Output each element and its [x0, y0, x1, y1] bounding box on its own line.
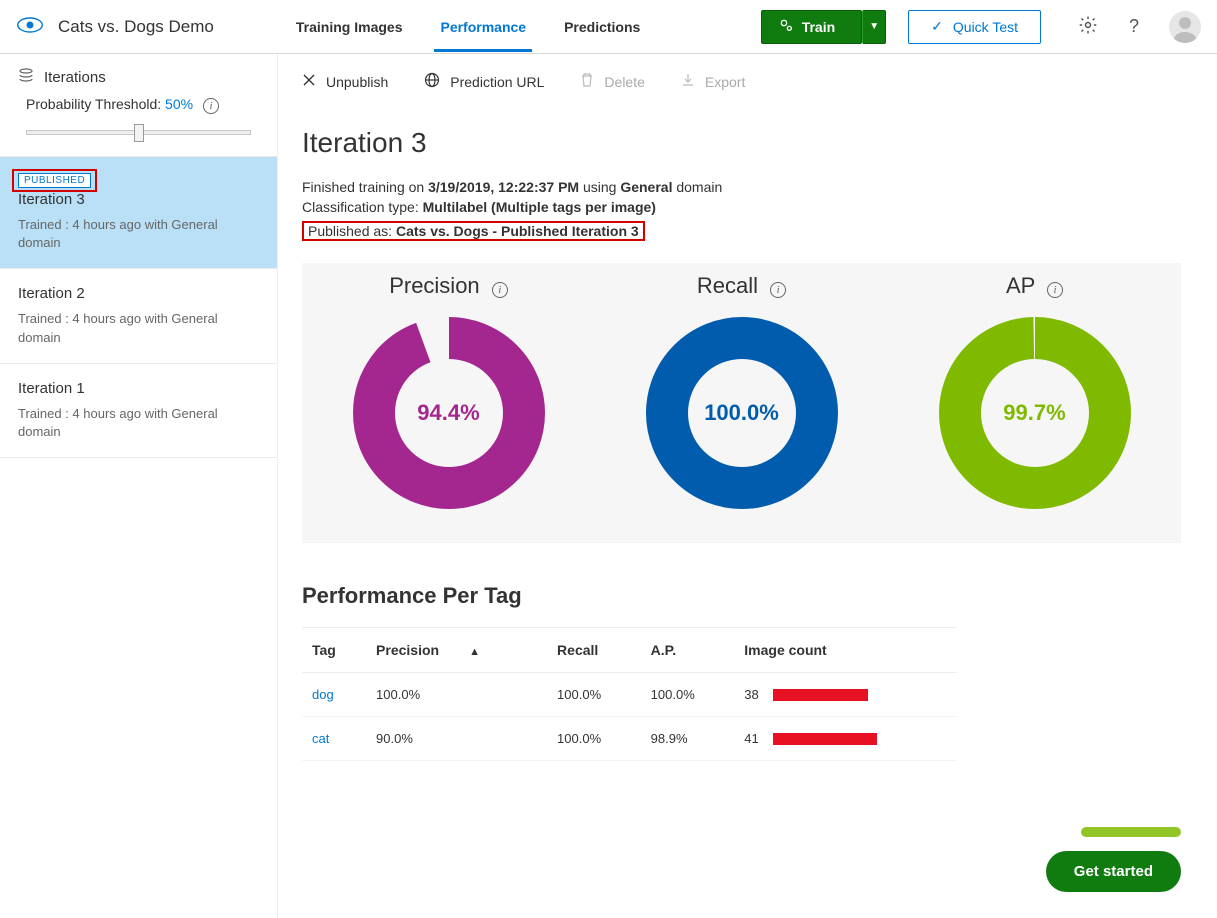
export-button: Export: [681, 72, 745, 91]
iteration-name: Iteration 2: [18, 285, 259, 302]
stack-icon: [18, 68, 34, 86]
cell-recall: 100.0%: [547, 717, 641, 761]
tab-performance[interactable]: Performance: [422, 3, 544, 51]
published-as-line: Published as: Cats vs. Dogs - Published …: [302, 221, 645, 241]
get-started-button[interactable]: Get started: [1046, 851, 1181, 892]
tag-link[interactable]: dog: [312, 687, 334, 702]
train-button[interactable]: Train: [761, 10, 862, 44]
tag-link[interactable]: cat: [312, 731, 329, 746]
delete-label: Delete: [604, 74, 644, 90]
question-icon: ?: [1129, 16, 1139, 37]
metrics-panel: Precision i 94.4% Recall i 100.0%: [302, 263, 1181, 543]
threshold-slider[interactable]: [26, 122, 251, 142]
iteration-subtitle: Trained : 4 hours ago with General domai…: [18, 216, 259, 252]
tab-training-images[interactable]: Training Images: [278, 3, 421, 51]
metric-ap: AP i 99.7%: [888, 273, 1181, 513]
sidebar: Iterations Probability Threshold: 50% i …: [0, 54, 278, 918]
cell-ap: 98.9%: [641, 717, 735, 761]
iteration-item-2[interactable]: Iteration 2 Trained : 4 hours ago with G…: [0, 269, 277, 363]
unpublish-button[interactable]: Unpublish: [302, 73, 388, 90]
metric-label: AP: [1006, 273, 1035, 298]
prediction-url-button[interactable]: Prediction URL: [424, 72, 544, 91]
gears-icon: [778, 17, 794, 36]
threshold-value: 50%: [165, 96, 193, 112]
iteration-toolbar: Unpublish Prediction URL Delete Export: [302, 54, 1217, 105]
table-row: cat 90.0% 100.0% 98.9% 41: [302, 717, 957, 761]
metric-recall: Recall i 100.0%: [595, 273, 888, 513]
col-precision[interactable]: Precision▲: [366, 628, 547, 673]
cell-ap: 100.0%: [641, 673, 735, 717]
cell-recall: 100.0%: [547, 673, 641, 717]
metric-label: Precision: [389, 273, 479, 298]
iteration-subtitle: Trained : 4 hours ago with General domai…: [18, 310, 259, 346]
count-bar: [773, 733, 877, 745]
help-button[interactable]: ?: [1123, 16, 1145, 38]
col-recall[interactable]: Recall: [547, 628, 641, 673]
info-icon[interactable]: i: [1047, 282, 1063, 298]
download-icon: [681, 72, 695, 91]
check-icon: ✓: [931, 18, 943, 35]
floating-cta: Get started: [1046, 827, 1181, 892]
trash-icon: [580, 72, 594, 91]
ap-value: 99.7%: [935, 313, 1135, 513]
cell-count: 41: [744, 731, 758, 746]
progress-pill: [1081, 827, 1181, 837]
train-dropdown-button[interactable]: ▼: [862, 10, 886, 44]
performance-per-tag-title: Performance Per Tag: [302, 583, 1217, 609]
iteration-name: Iteration 1: [18, 380, 259, 397]
iterations-header: Iterations: [0, 54, 277, 96]
iteration-item-3[interactable]: PUBLISHED Iteration 3 Trained : 4 hours …: [0, 156, 277, 269]
settings-button[interactable]: [1077, 16, 1099, 38]
performance-per-tag-table: Tag Precision▲ Recall A.P. Image count d…: [302, 627, 957, 761]
metric-label: Recall: [697, 273, 758, 298]
close-icon: [302, 73, 316, 90]
info-icon[interactable]: i: [203, 98, 219, 114]
train-button-group: Train ▼: [761, 10, 886, 44]
prediction-url-label: Prediction URL: [450, 74, 544, 90]
caret-down-icon: ▼: [869, 21, 879, 32]
table-row: dog 100.0% 100.0% 100.0% 38: [302, 673, 957, 717]
col-ap[interactable]: A.P.: [641, 628, 735, 673]
iteration-subtitle: Trained : 4 hours ago with General domai…: [18, 405, 259, 441]
col-image-count[interactable]: Image count: [734, 628, 957, 673]
precision-value: 94.4%: [349, 313, 549, 513]
gear-icon: [1078, 15, 1098, 38]
recall-value: 100.0%: [642, 313, 842, 513]
iteration-name: Iteration 3: [18, 191, 259, 208]
globe-icon: [424, 72, 440, 91]
iterations-label: Iterations: [44, 69, 106, 86]
quick-test-button[interactable]: ✓ Quick Test: [908, 10, 1041, 44]
main-tabs: Training Images Performance Predictions: [278, 3, 658, 51]
iteration-item-1[interactable]: Iteration 1 Trained : 4 hours ago with G…: [0, 364, 277, 458]
col-tag[interactable]: Tag: [302, 628, 366, 673]
published-badge: PUBLISHED: [18, 173, 91, 188]
iteration-title: Iteration 3: [302, 127, 1217, 159]
quick-test-label: Quick Test: [953, 19, 1018, 35]
info-icon[interactable]: i: [770, 282, 786, 298]
probability-threshold: Probability Threshold: 50% i: [0, 96, 277, 156]
project-title: Cats vs. Dogs Demo: [58, 17, 214, 37]
unpublish-label: Unpublish: [326, 74, 388, 90]
user-avatar[interactable]: [1169, 11, 1201, 43]
delete-button: Delete: [580, 72, 644, 91]
slider-thumb[interactable]: [134, 124, 144, 142]
export-label: Export: [705, 74, 745, 90]
metric-precision: Precision i 94.4%: [302, 273, 595, 513]
logo-eye-icon: [16, 15, 44, 38]
info-icon[interactable]: i: [492, 282, 508, 298]
threshold-label: Probability Threshold:: [26, 96, 161, 112]
top-bar: Cats vs. Dogs Demo Training Images Perfo…: [0, 0, 1217, 54]
cell-count: 38: [744, 687, 758, 702]
main-panel: Unpublish Prediction URL Delete Export I…: [278, 54, 1217, 918]
train-label: Train: [802, 19, 835, 35]
tab-predictions[interactable]: Predictions: [546, 3, 658, 51]
cell-precision: 100.0%: [366, 673, 547, 717]
cell-precision: 90.0%: [366, 717, 547, 761]
sort-caret-up-icon: ▲: [469, 646, 480, 658]
finished-training-line: Finished training on 3/19/2019, 12:22:37…: [302, 179, 1217, 195]
count-bar: [773, 689, 868, 701]
classification-type-line: Classification type: Multilabel (Multipl…: [302, 199, 1217, 215]
